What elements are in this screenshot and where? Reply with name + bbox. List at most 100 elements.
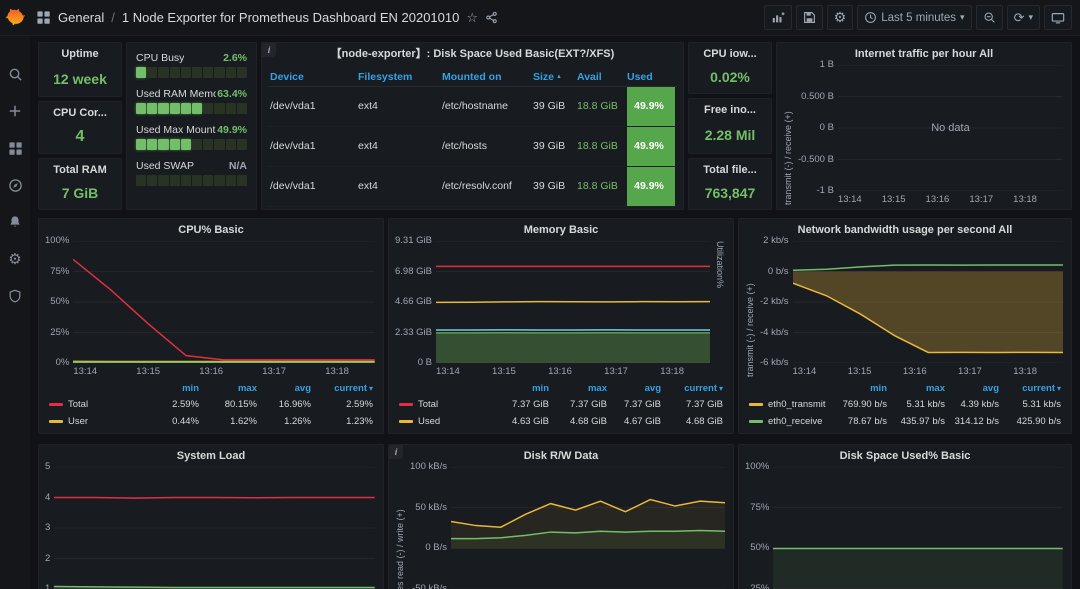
legend-header-current[interactable]: current ▾ xyxy=(661,383,723,394)
legend-series-name[interactable]: eth0_receive xyxy=(749,416,829,427)
col-filesystem[interactable]: Filesystem xyxy=(358,71,442,83)
gauge-value: 49.9% xyxy=(217,124,247,136)
add-panel-button[interactable] xyxy=(763,5,792,30)
configuration-gear-icon[interactable]: ⚙ xyxy=(7,251,23,267)
tick-label: 13:17 xyxy=(958,366,982,377)
legend-header-min[interactable]: min xyxy=(141,383,199,394)
col-used[interactable]: Used xyxy=(627,71,675,83)
gauge-label: Used SWAP xyxy=(136,160,194,172)
breadcrumb-folder[interactable]: General xyxy=(58,10,104,25)
tick-label: -0.500 B xyxy=(798,153,834,165)
panel-title[interactable]: Total file... xyxy=(689,159,771,181)
alerting-bell-icon[interactable] xyxy=(7,214,23,230)
col-mounted-on[interactable]: Mounted on xyxy=(442,71,533,83)
legend-header-avg[interactable]: avg xyxy=(257,383,311,394)
legend-series-name[interactable]: eth0_transmit xyxy=(749,399,829,410)
legend-header-max[interactable]: max xyxy=(887,383,945,394)
tick-label: -6 kb/s xyxy=(760,357,789,368)
plot-area[interactable] xyxy=(792,241,1063,363)
legend-min-value: 78.67 b/s xyxy=(847,416,887,427)
create-plus-icon[interactable] xyxy=(7,103,23,119)
legend-header-max[interactable]: max xyxy=(549,383,607,394)
tick-label: 13:17 xyxy=(969,194,994,205)
tick-label: 1 B xyxy=(819,59,834,70)
save-dashboard-button[interactable] xyxy=(795,5,823,30)
legend-header-min[interactable]: min xyxy=(491,383,549,394)
led-segment xyxy=(158,103,169,114)
panel-title[interactable]: 【node-exporter】: Disk Space Used Basic(E… xyxy=(262,43,683,65)
panel-title[interactable]: Total RAM xyxy=(39,159,121,181)
refresh-button[interactable]: ⟳ ▾ xyxy=(1006,5,1040,30)
cell-filesystem: ext4 xyxy=(358,99,378,112)
panel-title[interactable]: Uptime xyxy=(39,43,121,65)
legend-series-name[interactable]: User xyxy=(49,416,141,427)
panel-info-icon[interactable]: i xyxy=(262,43,276,57)
led-segment xyxy=(158,139,169,150)
cell-mounted-on: /etc/resolv.conf xyxy=(442,179,512,192)
gauge-used-max-mount: Used Max Mount(/e... 49.9% xyxy=(136,124,248,150)
zoom-out-time-button[interactable] xyxy=(975,5,1003,30)
cell-size: 39 GiB xyxy=(533,99,566,112)
dashboard-settings-button[interactable]: ⚙ xyxy=(826,5,854,30)
col-device[interactable]: Device xyxy=(270,71,358,83)
tick-label: 50 kB/s xyxy=(415,501,447,513)
grafana-logo-icon[interactable] xyxy=(0,0,30,36)
disk-table: Device Filesystem Mounted on Size ▲ Avail… xyxy=(268,67,677,209)
legend-header-min[interactable]: min xyxy=(829,383,887,394)
explore-compass-icon[interactable] xyxy=(7,177,23,193)
legend-header-avg[interactable]: avg xyxy=(607,383,661,394)
gauge-used-ram: Used RAM Memory 63.4% xyxy=(136,88,248,114)
tick-label: 100% xyxy=(745,461,770,472)
panel-title[interactable]: Memory Basic xyxy=(389,219,733,241)
legend-series-name[interactable]: Total xyxy=(399,399,491,410)
dashboards-grid-icon[interactable] xyxy=(36,10,51,25)
tick-label: 13:14 xyxy=(792,366,817,377)
panel-title[interactable]: System Load xyxy=(39,445,383,467)
legend-min-value: 769.90 b/s xyxy=(842,399,887,410)
legend-header-max[interactable]: max xyxy=(199,383,257,394)
plot-area[interactable] xyxy=(450,467,725,589)
tick-label: 13:15 xyxy=(881,194,906,205)
table-row: /dev/vda1 ext4/etc/hosts 39 GiB 18.8 GiB 49.… xyxy=(268,127,677,167)
tick-label: -2 kb/s xyxy=(760,296,789,307)
tick-label: 3 xyxy=(45,522,51,533)
legend-max-value: 7.37 GiB xyxy=(570,399,607,410)
plot-area[interactable] xyxy=(54,467,375,589)
server-admin-shield-icon[interactable] xyxy=(7,288,23,304)
legend-series-name[interactable]: Used xyxy=(399,416,491,427)
plot-area[interactable]: No data xyxy=(838,65,1063,191)
panel-info-icon[interactable]: i xyxy=(389,445,403,459)
plot-area[interactable] xyxy=(435,241,710,363)
panel-title[interactable]: CPU Cor... xyxy=(39,102,121,124)
legend-header-current[interactable]: current ▾ xyxy=(311,383,373,394)
breadcrumb-title[interactable]: 1 Node Exporter for Prometheus Dashboard… xyxy=(122,10,459,25)
panel-title[interactable]: CPU% Basic xyxy=(39,219,383,241)
panel-title[interactable]: Disk Space Used% Basic xyxy=(739,445,1071,467)
col-avail[interactable]: Avail xyxy=(577,71,627,83)
tick-label: 4.66 GiB xyxy=(395,296,432,307)
legend-min-value: 2.59% xyxy=(172,399,199,410)
dashboards-icon[interactable] xyxy=(7,140,23,156)
cell-device: /dev/vda1 xyxy=(270,139,316,152)
plot-area[interactable] xyxy=(773,467,1063,589)
col-size[interactable]: Size ▲ xyxy=(533,71,577,83)
star-icon[interactable]: ☆ xyxy=(466,11,478,24)
panel-title[interactable]: Free ino... xyxy=(689,99,771,121)
share-icon[interactable] xyxy=(485,11,498,24)
legend-header-avg[interactable]: avg xyxy=(945,383,999,394)
plot-area[interactable] xyxy=(73,241,375,363)
search-icon[interactable] xyxy=(7,66,23,82)
legend-current-value: 1.23% xyxy=(346,416,373,427)
legend-header-current[interactable]: current ▾ xyxy=(999,383,1061,394)
time-range-picker[interactable]: Last 5 minutes ▾ xyxy=(857,5,972,30)
legend-series-name[interactable]: Total xyxy=(49,399,141,410)
y-axis-ticks: 1 B 0.500 B 0 B -0.500 B -1 B xyxy=(798,60,834,205)
y-axis-ticks: 5 4 3 2 1 xyxy=(45,462,50,589)
stat-value: 2.28 Mil xyxy=(704,127,756,143)
cycle-view-mode-button[interactable] xyxy=(1044,5,1072,30)
x-axis-ticks: 13:14 13:15 13:16 13:17 13:18 xyxy=(73,363,375,377)
panel-title[interactable]: CPU iow... xyxy=(689,43,771,65)
tick-label: 2.33 GiB xyxy=(395,326,432,338)
panel-free-inodes: Free ino... 2.28 Mil xyxy=(688,98,772,154)
cell-size: 39 GiB xyxy=(533,139,566,152)
